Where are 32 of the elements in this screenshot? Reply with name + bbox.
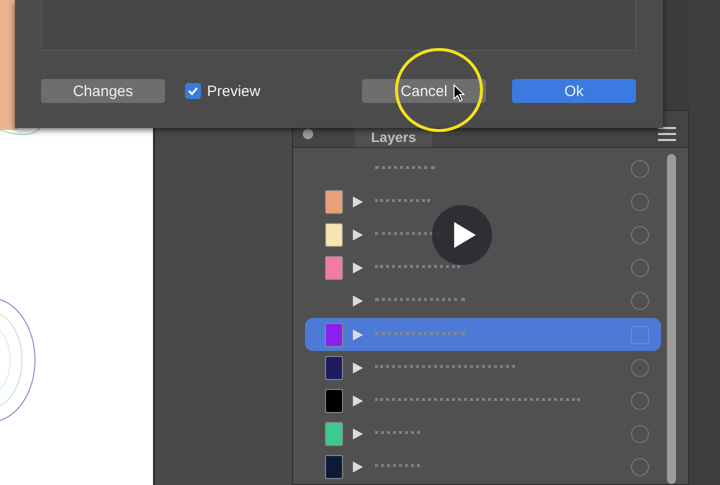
expand-triangle-icon[interactable] [352, 295, 362, 308]
visibility-circle-icon[interactable] [631, 192, 649, 211]
expand-triangle-icon[interactable] [352, 229, 362, 241]
expand-triangle-icon[interactable] [352, 428, 362, 440]
menu-icon[interactable] [658, 127, 676, 141]
preview-checkbox[interactable] [185, 83, 201, 99]
expand-triangle-icon[interactable] [352, 196, 362, 208]
visibility-circle-icon[interactable] [631, 226, 649, 244]
visibility-circle-icon[interactable] [631, 292, 649, 310]
visibility-circle-icon[interactable] [631, 160, 649, 178]
changes-button[interactable]: Changes [41, 79, 165, 103]
layers-tab[interactable]: Layers [355, 128, 432, 147]
expand-triangle-icon[interactable] [352, 461, 362, 474]
expand-triangle-icon[interactable] [352, 262, 362, 274]
play-icon [454, 222, 476, 248]
blurred-label [375, 198, 430, 205]
visibility-circle-icon[interactable] [631, 425, 649, 444]
visibility-circle-icon[interactable] [631, 358, 649, 377]
expand-triangle-icon[interactable] [352, 362, 362, 374]
scrollbar[interactable] [667, 154, 676, 484]
ok-button[interactable]: Ok [512, 79, 636, 103]
blurred-label [375, 166, 435, 172]
preview-label: Preview [207, 82, 260, 100]
expand-triangle-icon[interactable] [352, 395, 362, 408]
selected-layer-row[interactable] [305, 318, 661, 352]
visibility-circle-icon[interactable] [631, 259, 649, 278]
expand-triangle-icon[interactable] [352, 328, 362, 341]
visibility-circle-icon[interactable] [631, 392, 649, 410]
pointer-cursor-icon [453, 84, 465, 102]
cancel-button[interactable]: Cancel [362, 79, 486, 103]
visibility-circle-icon[interactable] [631, 458, 649, 476]
checkmark-icon [187, 85, 199, 97]
